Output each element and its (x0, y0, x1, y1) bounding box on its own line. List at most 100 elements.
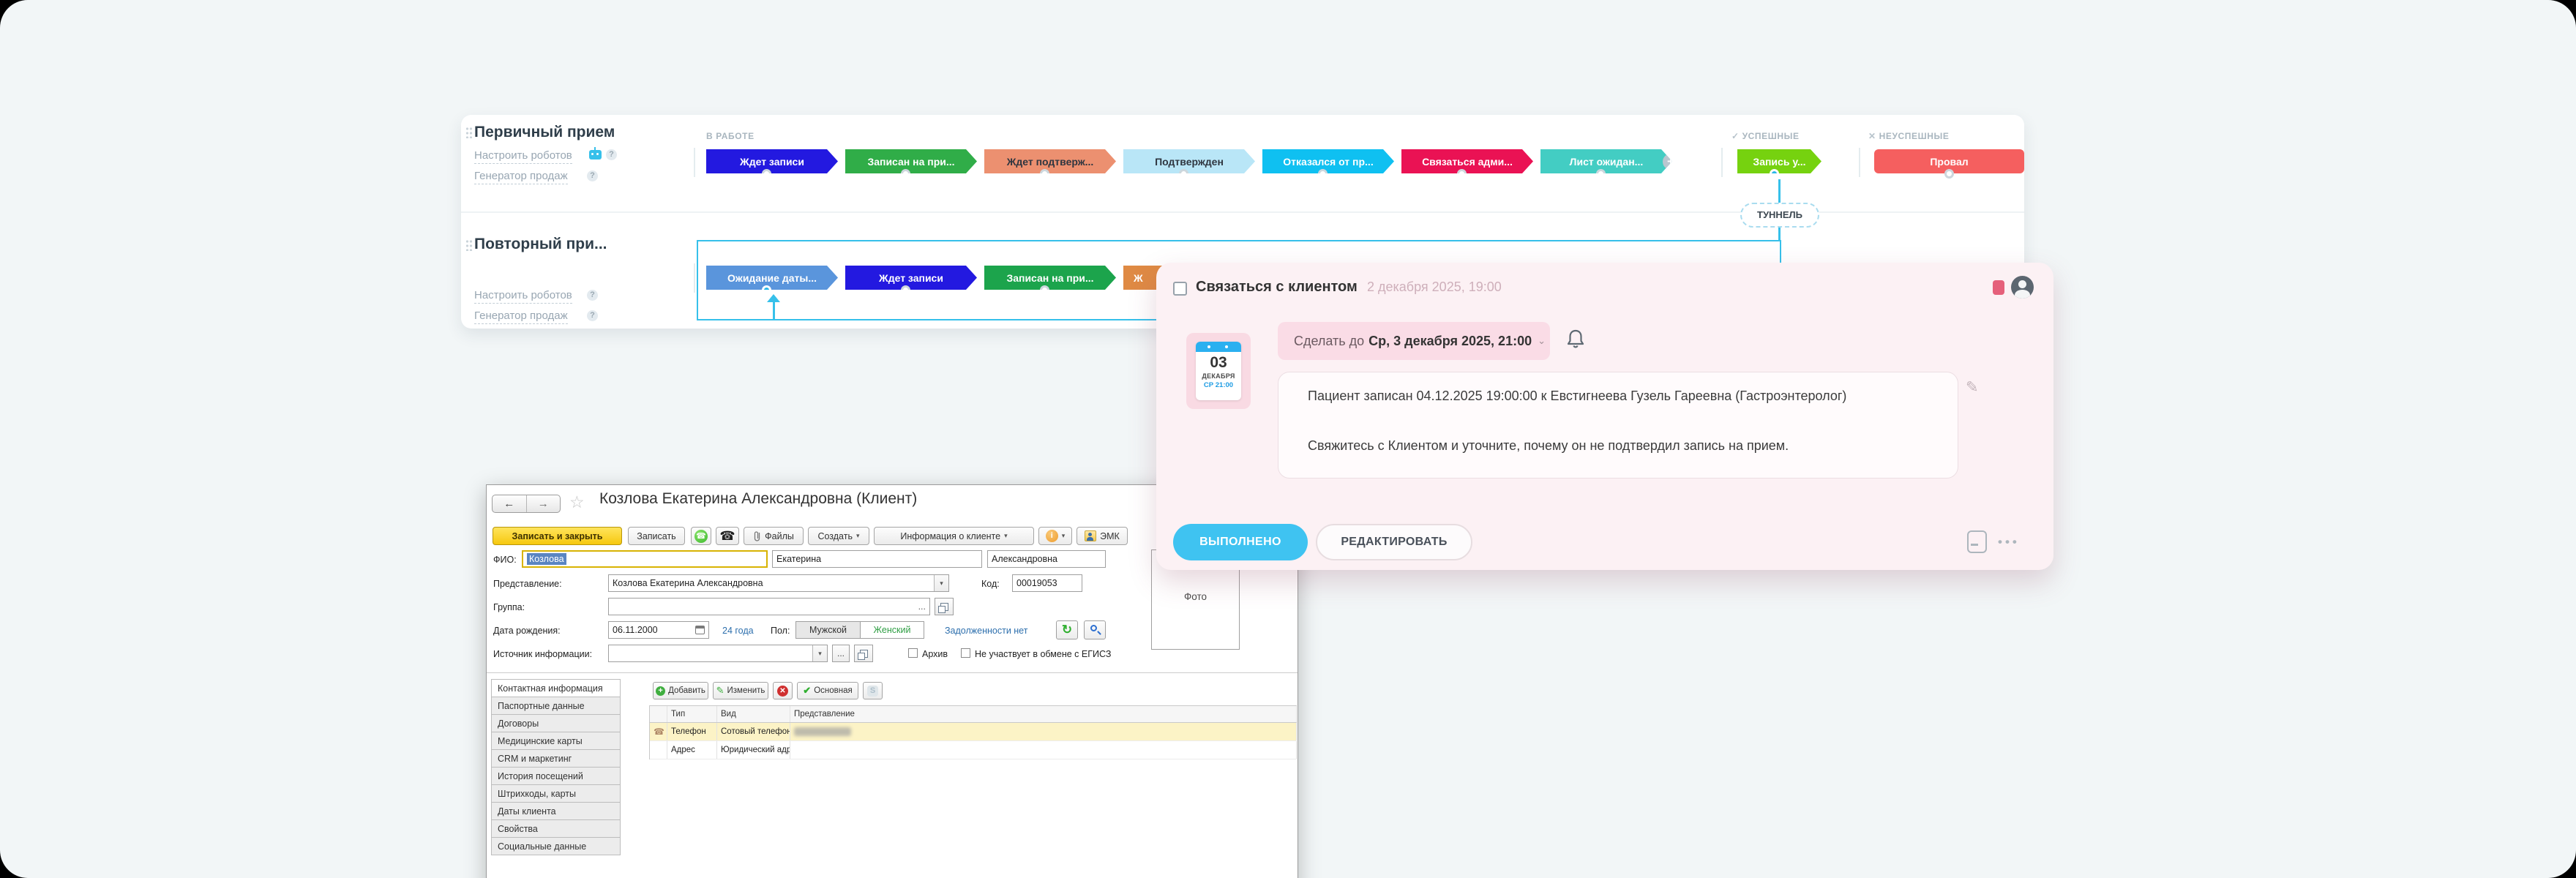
more-options-icon[interactable]: ••• (1998, 535, 2020, 549)
column-header[interactable]: Представление (790, 706, 1297, 722)
calendar-icon[interactable] (695, 626, 705, 634)
drag-handle-icon[interactable] (465, 239, 473, 251)
sales-generator-link[interactable]: Генератор продаж (474, 309, 568, 324)
call-button[interactable]: ☎ (691, 527, 711, 545)
task-description-box[interactable]: Пациент записан 04.12.2025 19:00:00 к Ев… (1278, 372, 1958, 479)
source-ellipsis-button[interactable]: ... (832, 645, 850, 662)
open-group-button[interactable] (935, 598, 954, 615)
contact-skype-button[interactable]: S (863, 682, 883, 699)
save-button[interactable]: Записать (628, 527, 685, 545)
funnel-stage-chip[interactable]: Связаться адми... (1401, 149, 1533, 173)
group-field[interactable]: ... (608, 598, 930, 615)
create-button[interactable]: Создать▾ (808, 527, 869, 545)
sidebar-tab-7[interactable]: Штрихкоды, карты (491, 784, 621, 803)
files-button[interactable]: Файлы (744, 527, 804, 545)
gender-male-button[interactable]: Мужской (795, 621, 860, 639)
help-icon[interactable]: ? (587, 310, 598, 321)
stage-connector-dot[interactable] (1770, 169, 1779, 179)
contact-main-button[interactable]: ✔Основная (797, 682, 858, 699)
source-field[interactable]: ▾ (608, 645, 828, 662)
funnel-stage-chip[interactable]: Ждет подтверж... (984, 149, 1116, 173)
funnel-stage-chip[interactable]: Ждет записи (706, 149, 838, 173)
pencil-icon: ✎ (716, 685, 724, 697)
sidebar-tab-8[interactable]: Даты клиента (491, 802, 621, 820)
search-button[interactable] (1084, 620, 1106, 639)
task-complete-checkbox[interactable] (1173, 282, 1187, 296)
delete-icon: ✕ (777, 686, 788, 697)
sidebar-tab-6[interactable]: История посещений (491, 767, 621, 785)
stage-connector-dot[interactable] (1318, 169, 1328, 179)
stage-connector-dot[interactable] (1179, 169, 1188, 179)
sidebar-tab-2[interactable]: Паспортные данные (491, 697, 621, 715)
ellipsis-button[interactable]: ... (918, 601, 926, 612)
assignee-avatar[interactable] (2011, 276, 2034, 299)
refresh-button[interactable]: ↻ (1056, 620, 1078, 639)
funnel-stage-chip[interactable]: Запись у... (1737, 149, 1821, 173)
stage-connector-dot[interactable] (1457, 169, 1467, 179)
client-info-button[interactable]: Информация о клиенте▾ (874, 527, 1034, 545)
contact-add-button[interactable]: +Добавить (653, 682, 708, 699)
presentation-field[interactable]: Козлова Екатерина Александровна▾ (608, 574, 949, 592)
tunnel-badge[interactable]: ТУННЕЛЬ (1740, 203, 1819, 228)
forward-button[interactable]: → (526, 495, 561, 512)
contact-delete-button[interactable]: ✕ (773, 682, 793, 699)
stage-connector-dot[interactable] (1944, 169, 1954, 179)
table-row[interactable]: АдресЮридический адрес (ад... (650, 741, 1297, 759)
task-edit-button[interactable]: РЕДАКТИРОВАТЬ (1316, 524, 1472, 560)
back-button[interactable]: ← (493, 495, 526, 512)
chevron-down-icon[interactable]: ▾ (934, 575, 948, 591)
save-and-close-button[interactable]: Записать и закрыть (493, 527, 622, 545)
sidebar-tab-5[interactable]: CRM и маркетинг (491, 749, 621, 768)
sidebar-tab-3[interactable]: Договоры (491, 714, 621, 732)
sidebar-tab-10[interactable]: Социальные данные (491, 837, 621, 855)
funnel-stage-chip[interactable]: Подтвержден (1123, 149, 1255, 173)
debt-status-link[interactable]: Задолженности нет (945, 626, 1027, 636)
chevron-down-icon[interactable]: ▾ (812, 645, 827, 661)
help-icon[interactable]: ? (606, 149, 617, 160)
funnel-stage-chip[interactable]: Провал (1874, 149, 2024, 173)
gender-female-button[interactable]: Женский (860, 621, 924, 639)
contact-value (790, 723, 1297, 740)
funnel-stage-chip[interactable]: Записан на при... (845, 149, 977, 173)
configure-robots-link[interactable]: Настроить роботов (474, 288, 572, 304)
stage-connector-dot[interactable] (762, 169, 771, 179)
task-done-button[interactable]: ВЫПОЛНЕНО (1173, 524, 1308, 560)
contact-edit-button[interactable]: ✎Изменить (713, 682, 768, 699)
table-row[interactable]: ☎ТелефонСотовый телефон (650, 723, 1297, 741)
task-due-selector[interactable]: Сделать доСр, 3 декабря 2025, 21:00⌄ (1278, 322, 1550, 360)
help-icon[interactable]: ? (587, 170, 598, 181)
reminder-bell-icon[interactable] (1566, 329, 1585, 349)
funnel-stage-chip[interactable]: Лист ожидан...+ (1540, 149, 1672, 173)
stage-connector-dot[interactable] (901, 169, 910, 179)
favorite-star-icon[interactable]: ☆ (569, 492, 585, 512)
drag-handle-icon[interactable] (465, 127, 473, 138)
archive-checkbox[interactable] (908, 648, 918, 658)
first-name-field[interactable]: Екатерина (772, 550, 982, 568)
funnel-stage-chip[interactable]: Отказался от пр... (1262, 149, 1394, 173)
screenshot-frame: Первичный прием Настроить роботов ? Гене… (0, 0, 2576, 878)
open-source-button[interactable] (854, 645, 873, 662)
info-dropdown-button[interactable]: i▾ (1038, 527, 1072, 545)
sales-generator-link[interactable]: Генератор продаж (474, 169, 568, 184)
stage-connector-dot[interactable] (1040, 169, 1049, 179)
age-link[interactable]: 24 года (722, 626, 754, 636)
edit-pencil-icon[interactable]: ✎ (1966, 378, 1979, 397)
sidebar-tab-1[interactable]: Контактная информация (491, 679, 621, 697)
code-field[interactable]: 00019053 (1012, 574, 1082, 592)
birth-date-field[interactable]: 06.11.2000 (608, 621, 709, 639)
add-stage-icon[interactable]: + (1663, 154, 1679, 170)
configure-robots-link[interactable]: Настроить роботов (474, 149, 572, 164)
middle-name-field[interactable]: Александровна (987, 550, 1106, 568)
comment-icon[interactable] (1967, 530, 1987, 553)
column-header[interactable]: Вид (717, 706, 790, 722)
last-name-field[interactable]: Козлова (522, 550, 768, 568)
stage-connector-dot[interactable] (1596, 169, 1606, 179)
telephony-button[interactable]: ☎ (716, 527, 739, 545)
help-icon[interactable]: ? (587, 290, 598, 301)
emk-button[interactable]: ЭМК (1077, 527, 1128, 545)
sidebar-tab-9[interactable]: Свойства (491, 819, 621, 838)
egisz-checkbox[interactable] (961, 648, 970, 658)
column-header[interactable]: Тип (667, 706, 717, 722)
sidebar-tab-4[interactable]: Медицинские карты (491, 732, 621, 750)
chevron-down-icon: ▾ (856, 532, 860, 540)
